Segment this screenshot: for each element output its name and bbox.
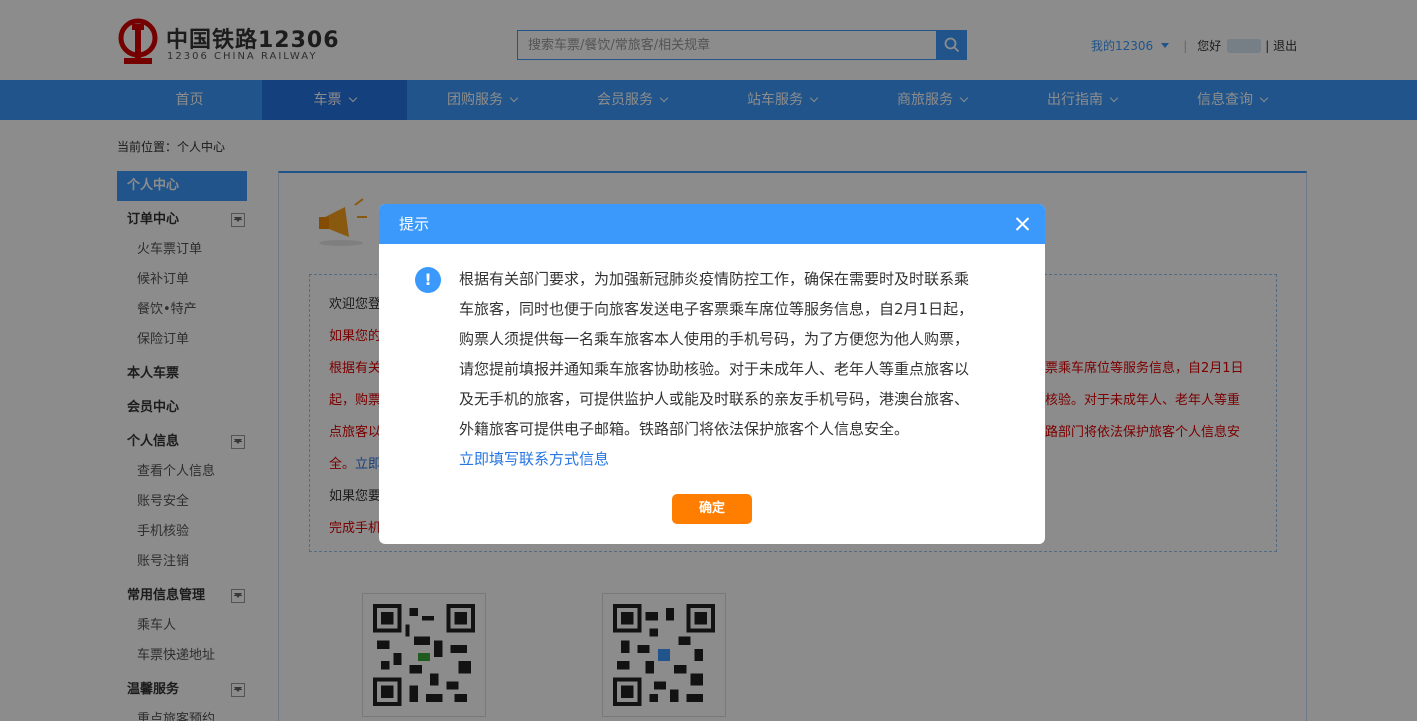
dialog-message: 根据有关部门要求，为加强新冠肺炎疫情防控工作，确保在需要时及时联系乘 车旅客，同… <box>459 264 1019 474</box>
info-icon: ! <box>415 267 441 293</box>
dialog-line: 根据有关部门要求，为加强新冠肺炎疫情防控工作，确保在需要时及时联系乘 <box>459 270 970 288</box>
dialog-title: 提示 <box>399 215 430 233</box>
dialog-line: 及无手机的旅客，可提供监护人或能及时联系的亲友手机号码，港澳台旅客、 <box>459 390 970 408</box>
dialog-line: 车旅客，同时也便于向旅客发送电子客票乘车席位等服务信息，自2月1日起， <box>459 300 974 318</box>
dialog-line: 购票人须提供每一名乘车旅客本人使用的手机号码，为了方便您为他人购票， <box>459 330 970 348</box>
dialog-line: 外籍旅客可提供电子邮箱。铁路部门将依法保护旅客个人信息安全。 <box>459 420 910 438</box>
notice-dialog: 提示 ! 根据有关部门要求，为加强新冠肺炎疫情防控工作，确保在需要时及时联系乘 … <box>379 204 1045 544</box>
confirm-button[interactable]: 确定 <box>672 494 752 524</box>
fill-contact-info-link[interactable]: 立即填写联系方式信息 <box>459 444 1019 474</box>
close-icon[interactable] <box>1013 214 1033 234</box>
dialog-line: 请您提前填报并通知乘车旅客协助核验。对于未成年人、老年人等重点旅客以 <box>459 360 970 378</box>
dialog-header: 提示 <box>379 204 1045 244</box>
